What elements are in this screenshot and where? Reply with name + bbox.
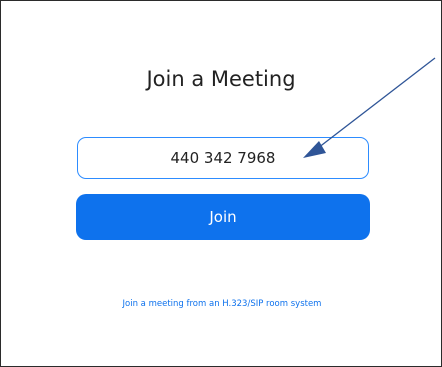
h323-sip-room-link[interactable]: Join a meeting from an H.323/SIP room sy…: [1, 299, 442, 309]
join-meeting-window: Join a Meeting Join Join a meeting from …: [0, 0, 442, 367]
page-title: Join a Meeting: [146, 67, 296, 91]
meeting-id-input[interactable]: [77, 137, 369, 179]
join-button[interactable]: Join: [76, 194, 370, 240]
